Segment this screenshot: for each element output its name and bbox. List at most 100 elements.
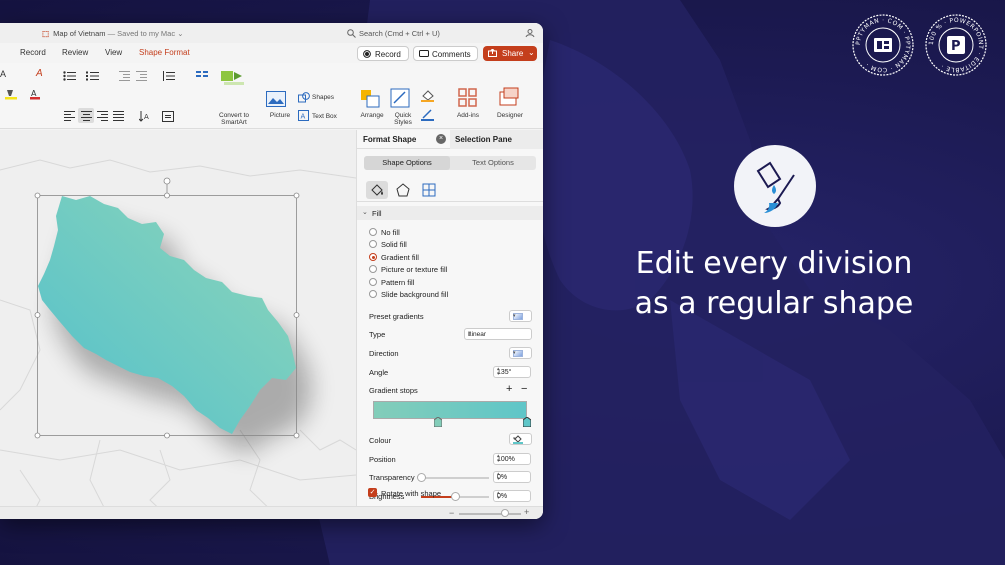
ribbon: A A A A Convert to SmartArt Picture Shape… <box>0 63 543 129</box>
justify-icon[interactable] <box>113 111 124 121</box>
app-window: ⬚ Map of Vietnam — Saved to my Mac ⌄ Sear… <box>0 23 543 519</box>
doc-name: Map of Vietnam <box>53 29 106 38</box>
clear-format-icon[interactable]: A <box>36 68 43 79</box>
transparency-slider[interactable] <box>416 473 489 482</box>
align-right-icon[interactable] <box>97 111 108 121</box>
headline-line-1: Edit every division <box>635 246 913 281</box>
designer-icon[interactable] <box>499 87 521 107</box>
gradient-bar[interactable] <box>373 401 527 419</box>
paint-icon-circle <box>734 145 816 227</box>
text-direction-icon[interactable]: A <box>139 111 151 122</box>
picture-label: Picture <box>269 112 291 119</box>
tab-selection-pane[interactable]: Selection Pane <box>450 130 543 149</box>
zoom-knob[interactable] <box>501 509 509 517</box>
direction-label: Direction <box>369 349 399 358</box>
pane-header: Format Shape × Selection Pane <box>357 130 543 149</box>
decrease-indent-icon[interactable] <box>119 71 130 81</box>
comments-button[interactable]: Comments <box>413 46 478 61</box>
fill-option-pattern[interactable]: Pattern fill <box>369 277 519 288</box>
text-options-button[interactable]: Text Options <box>450 156 536 170</box>
search-icon <box>347 29 356 38</box>
direction-dropdown[interactable]: ▾ <box>509 347 532 359</box>
quick-styles-icon[interactable] <box>390 88 412 108</box>
zoom-out-icon[interactable]: − <box>449 508 454 518</box>
arrange-label: Arrange <box>360 112 384 119</box>
close-icon[interactable]: × <box>436 134 446 144</box>
bullets-icon[interactable] <box>63 71 77 81</box>
text-box-icon[interactable]: A <box>298 110 309 121</box>
svg-text:A: A <box>301 113 306 121</box>
record-button[interactable]: Record <box>357 46 409 61</box>
preset-gradients-dropdown[interactable]: ▾ <box>509 310 532 322</box>
colour-label: Colour <box>369 436 392 445</box>
shape-fill-icon[interactable] <box>421 90 435 102</box>
size-properties-icon[interactable] <box>418 181 440 199</box>
columns-icon[interactable] <box>196 71 208 80</box>
fill-section-label: Fill <box>372 209 382 218</box>
gradient-stop-1[interactable] <box>434 417 442 427</box>
align-text-icon[interactable] <box>162 111 174 122</box>
colour-dropdown[interactable]: ▾ <box>509 433 532 445</box>
add-stop-icon[interactable]: + <box>506 383 512 395</box>
comments-label: Comments <box>432 50 471 59</box>
options-segmented-control: Shape Options Text Options <box>364 156 536 170</box>
arrange-icon[interactable] <box>360 89 382 109</box>
line-spacing-icon[interactable] <box>162 71 176 81</box>
fill-option-picture[interactable]: Picture or texture fill <box>369 264 519 275</box>
align-center-icon[interactable] <box>81 111 92 121</box>
add-ins-label: Add-ins <box>456 112 480 119</box>
picture-icon[interactable] <box>266 91 286 107</box>
share-button[interactable]: Share ⌄ <box>483 46 537 61</box>
type-dropdown[interactable]: Linear ⬍ <box>464 328 532 340</box>
remove-stop-icon[interactable]: − <box>521 383 527 395</box>
brightness-input[interactable]: 0% ▴ ▾ <box>493 490 531 502</box>
align-left-icon[interactable] <box>64 111 75 121</box>
search-field[interactable]: Search (Cmd + Ctrl + U) <box>343 27 533 40</box>
search-placeholder: Search (Cmd + Ctrl + U) <box>359 29 440 38</box>
svg-text:P: P <box>951 39 961 54</box>
shapes-label[interactable]: Shapes <box>312 94 334 101</box>
save-status: — Saved to my Mac <box>107 29 176 38</box>
font-size-icon[interactable]: A <box>0 69 6 79</box>
shapes-icon[interactable] <box>298 92 310 103</box>
slide-canvas[interactable] <box>0 130 356 519</box>
chevron-down-icon[interactable]: ⌄ <box>177 29 183 38</box>
position-input[interactable]: 100% ▴ ▾ <box>493 453 531 465</box>
tab-record[interactable]: Record <box>20 48 46 57</box>
effects-icon[interactable] <box>392 181 414 199</box>
increase-indent-icon[interactable] <box>136 71 147 81</box>
numbering-icon[interactable] <box>86 71 100 81</box>
shape-options-button[interactable]: Shape Options <box>364 156 450 170</box>
tab-review[interactable]: Review <box>62 48 88 57</box>
zoom-in-icon[interactable]: + <box>524 507 529 517</box>
zoom-slider[interactable] <box>459 513 521 515</box>
tab-format-shape[interactable]: Format Shape <box>363 135 416 144</box>
fill-section-header[interactable]: ⌄ Fill <box>357 206 543 220</box>
gradient-stops-label: Gradient stops <box>369 386 418 395</box>
fill-line-icon[interactable] <box>366 181 388 199</box>
smartart-icon[interactable] <box>220 68 248 86</box>
fill-option-solid[interactable]: Solid fill <box>369 239 519 250</box>
add-ins-icon[interactable] <box>458 88 478 108</box>
fill-option-slide-background[interactable]: Slide background fill <box>369 289 519 300</box>
powerpoint-icon: ⬚ <box>42 29 50 38</box>
transparency-label: Transparency <box>369 473 415 482</box>
fill-option-gradient[interactable]: Gradient fill <box>369 252 519 263</box>
shape-outline-icon[interactable] <box>421 109 435 121</box>
angle-input[interactable]: 135° ▴ ▾ <box>493 366 531 378</box>
tab-shape-format[interactable]: Shape Format <box>139 48 190 57</box>
text-box-label[interactable]: Text Box <box>312 113 337 120</box>
svg-text:A: A <box>31 89 37 98</box>
highlight-icon[interactable] <box>4 89 20 100</box>
quick-styles-label: Quick Styles <box>394 112 412 126</box>
format-shape-pane: Format Shape × Selection Pane Shape Opti… <box>356 130 543 506</box>
tab-view[interactable]: View <box>105 48 122 57</box>
designer-label: Designer <box>496 112 523 119</box>
font-color-icon[interactable]: A <box>29 89 45 100</box>
share-people-icon[interactable] <box>525 28 535 38</box>
rotate-handle[interactable] <box>163 177 171 185</box>
gradient-stop-2[interactable] <box>523 417 531 427</box>
fill-option-no-fill[interactable]: No fill <box>369 227 519 238</box>
transparency-input[interactable]: 0% ▴ ▾ <box>493 471 531 483</box>
province-shape[interactable] <box>38 196 312 454</box>
